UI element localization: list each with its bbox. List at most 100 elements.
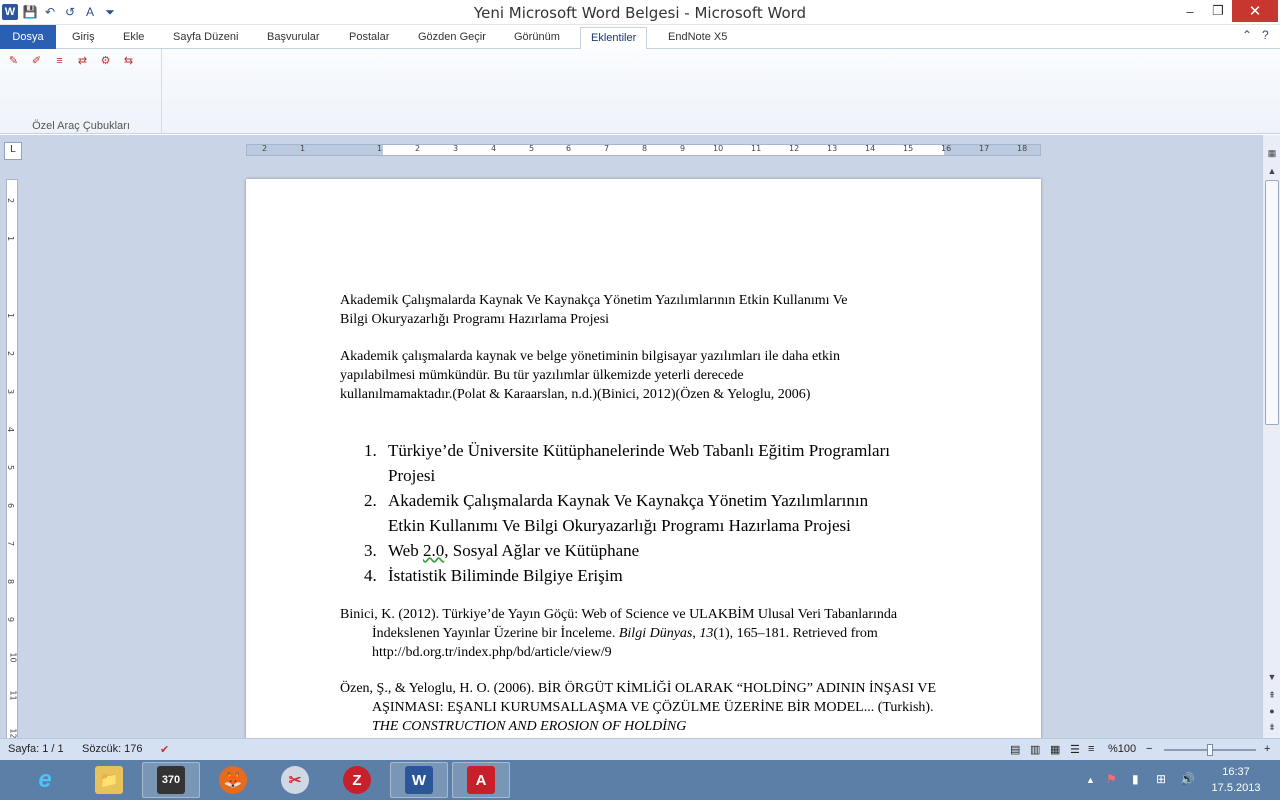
tab-endnote[interactable]: EndNote X5 (658, 27, 737, 49)
toolbar-list-icon[interactable]: ≡ (52, 53, 67, 68)
taskbar-firefox[interactable]: 🦊 (204, 762, 262, 798)
list-item: 2. Akademik Çalışmalarda Kaynak Ve Kayna… (364, 488, 964, 538)
document-area: 2 1 1 2 3 4 5 6 7 8 9 10 11 12 Akademik … (0, 165, 1262, 738)
vertical-ruler[interactable]: 2 1 1 2 3 4 5 6 7 8 9 10 11 12 (6, 179, 18, 738)
ruler-left-margin (247, 145, 383, 155)
list-text: Akademik Çalışmalarda Kaynak Ve Kaynakça… (388, 491, 869, 510)
toolbar-pen-icon[interactable]: ✐ (29, 53, 44, 68)
page-count[interactable]: Sayfa: 1 / 1 (8, 743, 64, 755)
toolbar-swap-icon[interactable]: ⇄ (75, 53, 90, 68)
internet-explorer-icon: e (38, 766, 52, 793)
ruler-toggle-icon[interactable]: ▦ (1264, 145, 1280, 161)
ruler-number: 6 (566, 144, 572, 153)
tab-references[interactable]: Başvurular (257, 27, 330, 49)
ruler-area: L 2 1 1 2 3 4 5 6 7 8 9 10 11 12 13 14 1… (0, 135, 1280, 165)
tab-selector-button[interactable]: L (4, 142, 22, 160)
taskbar-acrobat[interactable]: A (452, 762, 510, 798)
taskbar-file-explorer[interactable]: 📁 (80, 762, 138, 798)
folder-icon: 📁 (95, 766, 123, 794)
tab-home[interactable]: Giriş (62, 27, 105, 49)
tab-page-layout[interactable]: Sayfa Düzeni (163, 27, 248, 49)
view-web-layout-icon[interactable]: ▦ (1050, 743, 1060, 756)
ruler-number: 1 (300, 144, 306, 153)
tab-add-ins[interactable]: Eklentiler (580, 27, 648, 50)
tab-view[interactable]: Görünüm (504, 27, 570, 49)
taskbar-media-app[interactable]: 370 (142, 762, 200, 798)
vertical-scrollbar[interactable]: ▦ ▲ ▼ ⇞ ● ⇟ (1262, 135, 1280, 738)
tab-review[interactable]: Gözden Geçir (408, 27, 496, 49)
ruler-number: 10 (8, 652, 18, 663)
ruler-number: 17 (979, 144, 990, 153)
ruler-number: 4 (491, 144, 497, 153)
ribbon-tabs: Dosya Giriş Ekle Sayfa Düzeni Başvurular… (0, 25, 1280, 50)
zoom-slider[interactable] (1164, 744, 1256, 756)
document-page[interactable]: Akademik Çalışmalarda Kaynak Ve Kaynakça… (246, 179, 1041, 738)
view-outline-icon[interactable]: ☰ (1070, 743, 1080, 756)
ruler-number: 5 (529, 144, 535, 153)
taskbar-word[interactable]: W (390, 762, 448, 798)
action-center-icon[interactable]: ⚑ (1106, 772, 1117, 786)
zoom-level[interactable]: %100 (1108, 743, 1136, 755)
window-title: Yeni Microsoft Word Belgesi - Microsoft … (473, 4, 807, 22)
tab-file[interactable]: Dosya (0, 25, 56, 49)
proofing-icon[interactable]: ✔ (160, 743, 169, 756)
list-item: 1. Türkiye’de Üniversite Kütüphanelerind… (364, 438, 964, 488)
view-print-layout-icon[interactable]: ▤ (1010, 743, 1020, 756)
help-icon[interactable]: ? (1262, 28, 1269, 42)
view-draft-icon[interactable]: ≡ (1088, 743, 1094, 755)
volume-icon[interactable]: 🔊 (1180, 772, 1195, 786)
title-bar: W 💾 ↶ ↺ A ⏷ Yeni Microsoft Word Belgesi … (0, 0, 1280, 25)
intro-paragraph[interactable]: Akademik çalışmalarda kaynak ve belge yö… (340, 347, 960, 404)
taskbar-internet-explorer[interactable]: e (16, 762, 74, 798)
ruler-number: 15 (903, 144, 914, 153)
minimize-button[interactable]: – (1176, 0, 1204, 22)
snipping-tool-icon: ✂ (281, 766, 309, 794)
title-line: Bilgi Okuryazarlığı Programı Hazırlama P… (340, 312, 610, 327)
network-icon[interactable]: ⊞ (1156, 772, 1166, 786)
grammar-flagged-text[interactable]: 2.0 (423, 541, 444, 560)
tab-mailings[interactable]: Postalar (339, 27, 399, 49)
reference-title-italic: THE CONSTRUCTION AND EROSION OF HOLDİNG (372, 719, 687, 734)
previous-page-icon[interactable]: ⇞ (1264, 687, 1280, 703)
show-hidden-icons[interactable]: ▲ (1086, 775, 1095, 785)
list-text: Türkiye’de Üniversite Kütüphanelerinde W… (388, 441, 890, 460)
paragraph-line: kullanılmamaktadır.(Polat & Karaarslan, … (340, 387, 811, 402)
taskbar-zotero[interactable]: Z (328, 762, 386, 798)
ruler-number: 1 (377, 144, 383, 153)
toolbar-settings-icon[interactable]: ⚙ (98, 53, 113, 68)
word-icon: W (405, 766, 433, 794)
toolbar-edit-icon[interactable]: ✎ (6, 53, 21, 68)
view-full-screen-icon[interactable]: ▥ (1030, 743, 1040, 756)
reference-entry[interactable]: Özen, Ş., & Yeloglu, H. O. (2006). BİR Ö… (340, 679, 960, 736)
next-page-icon[interactable]: ⇟ (1264, 719, 1280, 735)
reference-entry[interactable]: Binici, K. (2012). Türkiye’de Yayın Göçü… (340, 605, 960, 662)
restore-button[interactable]: ❐ (1204, 0, 1232, 22)
document-title[interactable]: Akademik Çalışmalarda Kaynak Ve Kaynakça… (340, 291, 960, 329)
scroll-up-icon[interactable]: ▲ (1264, 163, 1280, 179)
ruler-number: 8 (642, 144, 648, 153)
list-text: Web (388, 541, 423, 560)
collapse-ribbon-icon[interactable]: ⌃ (1242, 28, 1252, 42)
close-button[interactable]: ✕ (1232, 0, 1278, 22)
numbered-list[interactable]: 1. Türkiye’de Üniversite Kütüphanelerind… (364, 438, 964, 588)
zoom-out-button[interactable]: − (1146, 743, 1152, 755)
ruler-number: 9 (680, 144, 686, 153)
power-icon[interactable]: ▮ (1132, 772, 1139, 786)
taskbar-snipping-tool[interactable]: ✂ (266, 762, 324, 798)
paragraph-line: yapılabilmesi mümkündür. Bu tür yazılıml… (340, 368, 744, 383)
toolbar-sync-icon[interactable]: ⇆ (121, 53, 136, 68)
clock[interactable]: 16:37 17.5.2013 (1206, 764, 1266, 796)
ruler-number: 2 (415, 144, 421, 153)
browse-object-icon[interactable]: ● (1264, 703, 1280, 719)
zoom-in-button[interactable]: + (1264, 743, 1270, 755)
tab-insert[interactable]: Ekle (113, 27, 154, 49)
word-count[interactable]: Sözcük: 176 (82, 743, 143, 755)
horizontal-ruler[interactable]: 2 1 1 2 3 4 5 6 7 8 9 10 11 12 13 14 15 … (246, 144, 1041, 156)
scroll-down-icon[interactable]: ▼ (1264, 669, 1280, 685)
scrollbar-thumb[interactable] (1265, 180, 1279, 425)
ruler-number: 2 (6, 350, 16, 357)
list-number: 2. (364, 491, 377, 510)
ruler-number: 12 (8, 728, 18, 738)
zoom-slider-thumb[interactable] (1207, 744, 1213, 756)
group-label: Özel Araç Çubukları (32, 120, 130, 132)
